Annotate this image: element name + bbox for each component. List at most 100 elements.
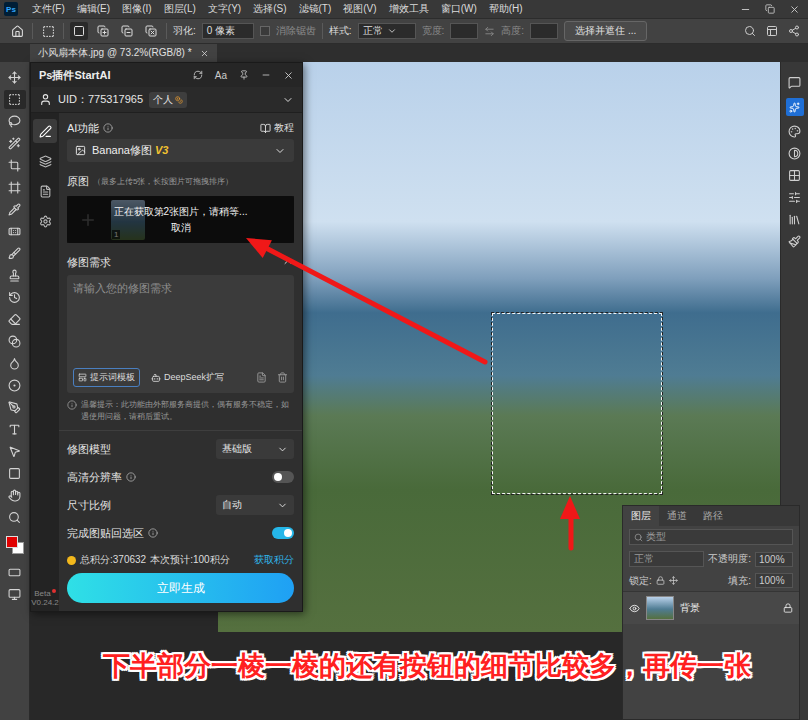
tool-button[interactable] — [4, 90, 26, 109]
menu-item[interactable]: 视图(V) — [337, 2, 382, 16]
menu-item[interactable]: 帮助(H) — [483, 2, 529, 16]
tool-button[interactable] — [4, 486, 26, 505]
fill-field[interactable]: 100% — [755, 573, 793, 588]
menu-item[interactable]: 滤镜(T) — [293, 2, 338, 16]
selection-marquee[interactable] — [492, 313, 662, 494]
tool-preset[interactable] — [39, 22, 57, 40]
pin-icon[interactable] — [239, 70, 249, 80]
get-credits-link[interactable]: 获取积分 — [254, 553, 294, 567]
opacity-field[interactable]: 100% — [755, 552, 793, 567]
selection-mode-button[interactable] — [118, 22, 136, 40]
info-icon[interactable] — [126, 472, 136, 482]
prompt-label-row[interactable]: 修图需求 — [67, 251, 294, 273]
selection-mode-button[interactable] — [70, 22, 88, 40]
menu-item[interactable]: 文字(Y) — [202, 2, 247, 16]
quick-mask-button[interactable] — [4, 563, 26, 582]
template-button[interactable]: 提示词模板 — [73, 368, 140, 387]
feature-select[interactable]: Banana修图 V3 — [67, 139, 294, 162]
feather-field[interactable]: 0 像素 — [202, 23, 254, 39]
tool-button[interactable] — [4, 156, 26, 175]
tool-button[interactable] — [4, 464, 26, 483]
home-button[interactable] — [8, 22, 26, 40]
close-tab-icon[interactable] — [200, 49, 209, 58]
history-icon[interactable] — [256, 372, 267, 383]
tool-button[interactable] — [4, 398, 26, 417]
visibility-icon[interactable] — [629, 603, 640, 614]
toggle-switch[interactable] — [272, 471, 294, 483]
share-icon[interactable] — [788, 25, 800, 37]
selection-mode-button[interactable] — [142, 22, 160, 40]
deepseek-button[interactable]: DeepSeek扩写 — [146, 368, 229, 387]
tool-button[interactable] — [4, 134, 26, 153]
tool-button[interactable] — [4, 310, 26, 329]
tool-button[interactable] — [4, 288, 26, 307]
panel-icon[interactable] — [788, 235, 801, 248]
document-tab[interactable]: 小风扇本体.jpg @ 73.2%(RGB/8) * — [30, 44, 217, 62]
tool-button[interactable] — [4, 332, 26, 351]
setting-select[interactable]: 基础版 — [216, 439, 294, 459]
cancel-button[interactable]: 取消 — [171, 221, 191, 235]
tool-button[interactable] — [4, 68, 26, 87]
layer-row[interactable]: 背景 — [623, 591, 799, 624]
upload-box[interactable]: 1正在获取第2张图片，请稍等...取消 — [67, 196, 294, 243]
user-menu[interactable] — [282, 94, 294, 106]
tutorial-link[interactable]: 教程 — [260, 121, 294, 135]
select-and-mask-button[interactable]: 选择并遮住 ... — [564, 21, 647, 41]
startai-button[interactable] — [786, 98, 804, 116]
info-icon[interactable] — [148, 528, 158, 538]
trash-icon[interactable] — [277, 372, 288, 383]
tool-button[interactable] — [4, 442, 26, 461]
tool-button[interactable] — [4, 508, 26, 527]
search-icon[interactable] — [744, 25, 756, 37]
lock-icon[interactable] — [656, 576, 665, 585]
collapse-toggle[interactable] — [282, 256, 294, 268]
menu-item[interactable]: 文件(F) — [26, 2, 71, 16]
sidebar-item[interactable] — [33, 179, 57, 203]
close-icon[interactable] — [789, 4, 800, 15]
sidebar-item[interactable] — [33, 119, 57, 143]
screen-mode-button[interactable] — [4, 585, 26, 604]
minimize-icon[interactable] — [740, 4, 751, 15]
foreground-swatch[interactable] — [6, 536, 18, 548]
tool-button[interactable] — [4, 266, 26, 285]
info-icon[interactable] — [103, 123, 113, 133]
tool-button[interactable] — [4, 200, 26, 219]
lock-position-icon[interactable] — [669, 576, 678, 585]
sidebar-item[interactable] — [33, 149, 57, 173]
panel-icon[interactable] — [788, 125, 801, 138]
minimize-icon[interactable] — [261, 70, 271, 80]
generate-button[interactable]: 立即生成 — [67, 573, 294, 603]
tool-button[interactable] — [4, 244, 26, 263]
tool-button[interactable] — [4, 354, 26, 373]
restore-icon[interactable] — [765, 4, 775, 14]
tool-button[interactable] — [4, 222, 26, 241]
menu-item[interactable]: 窗口(W) — [435, 2, 483, 16]
panel-tab[interactable]: 路径 — [695, 506, 731, 526]
menu-item[interactable]: 增效工具 — [383, 2, 435, 16]
panel-icon[interactable] — [788, 147, 801, 160]
tool-button[interactable] — [4, 112, 26, 131]
close-icon[interactable] — [283, 70, 294, 81]
panel-icon[interactable] — [788, 169, 801, 182]
sidebar-item[interactable] — [33, 209, 57, 233]
refresh-icon[interactable] — [193, 70, 203, 80]
toggle-switch[interactable] — [272, 527, 294, 539]
tool-button[interactable] — [4, 178, 26, 197]
menu-item[interactable]: 选择(S) — [247, 2, 292, 16]
blend-mode-select[interactable]: 正常 — [629, 551, 704, 567]
font-size-button[interactable]: Aa — [215, 70, 227, 81]
menu-item[interactable]: 编辑(E) — [71, 2, 116, 16]
panel-tab[interactable]: 图层 — [623, 506, 659, 526]
menu-item[interactable]: 图像(I) — [116, 2, 157, 16]
style-select[interactable]: 正常 — [358, 23, 416, 39]
panel-icon[interactable] — [788, 213, 801, 226]
menu-item[interactable]: 图层(L) — [158, 2, 202, 16]
panel-icon[interactable] — [788, 76, 801, 89]
selection-mode-button[interactable] — [94, 22, 112, 40]
panel-icon[interactable] — [788, 191, 801, 204]
setting-select[interactable]: 自动 — [216, 495, 294, 515]
tool-button[interactable] — [4, 420, 26, 439]
workspace-icon[interactable] — [766, 25, 778, 37]
layer-filter[interactable]: 类型 — [629, 529, 793, 545]
color-swatches[interactable] — [4, 534, 26, 556]
